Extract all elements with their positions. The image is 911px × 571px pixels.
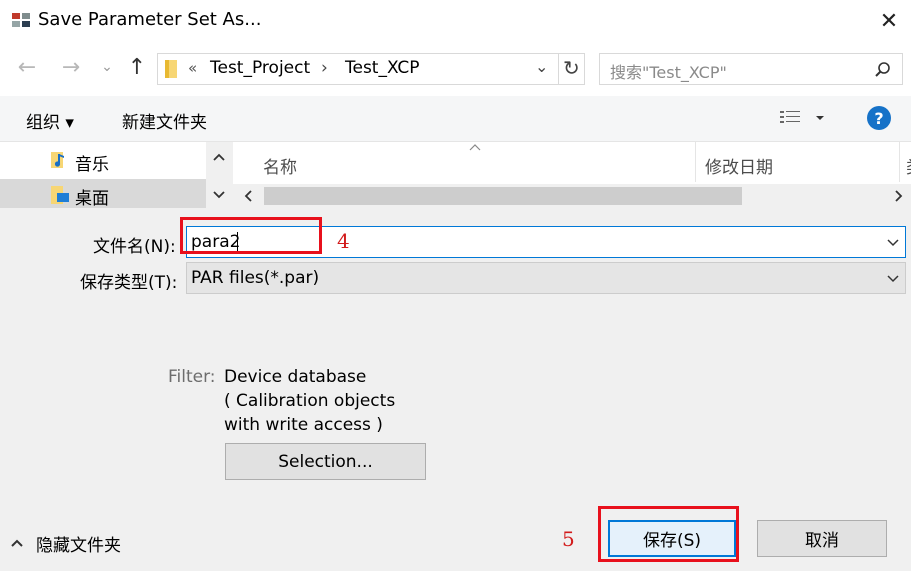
search-icon[interactable] <box>874 61 892 79</box>
column-header-type[interactable]: 类 <box>900 142 911 182</box>
help-button[interactable]: ? <box>867 106 891 130</box>
filename-label: 文件名(N): <box>93 237 176 257</box>
filetype-select[interactable]: PAR files(*.par) <box>186 262 906 294</box>
organize-menu[interactable]: 组织 ▾ <box>26 108 74 133</box>
horizontal-scrollbar[interactable] <box>233 184 911 208</box>
chevron-up-icon <box>11 539 23 547</box>
file-list: 名称 修改日期 类 <box>233 142 911 208</box>
tree-item-desktop[interactable]: 桌面 <box>0 179 206 209</box>
annotation-highlight-box <box>180 217 322 254</box>
address-dropdown-chevron-icon[interactable]: ⌄ <box>535 57 548 76</box>
tree-scrollbar[interactable] <box>206 142 232 208</box>
annotation-step-number: 4 <box>337 229 350 253</box>
scroll-right-chevron-icon[interactable] <box>895 190 903 202</box>
close-button[interactable]: ✕ <box>872 6 906 36</box>
help-icon: ? <box>874 108 884 128</box>
music-folder-icon <box>51 152 64 168</box>
chevron-down-icon[interactable] <box>887 239 899 247</box>
search-input[interactable]: 搜索"Test_XCP" <box>599 53 903 85</box>
up-arrow-icon: ↑ <box>127 55 147 80</box>
view-dropdown-chevron-icon[interactable] <box>815 115 825 121</box>
up-button[interactable]: ↑ <box>124 57 150 79</box>
path-segment-test-xcp[interactable]: Test_XCP <box>345 58 420 78</box>
back-arrow-icon: ← <box>17 55 37 80</box>
recent-locations-button[interactable]: ⌄ <box>94 56 120 78</box>
scroll-left-chevron-icon[interactable] <box>244 190 252 202</box>
scroll-down-chevron-icon[interactable] <box>213 191 225 199</box>
column-header-label: 名称 <box>263 158 297 178</box>
refresh-icon[interactable]: ↻ <box>563 56 580 80</box>
navigation-pane: 音乐 桌面 <box>0 142 232 209</box>
selection-button[interactable]: Selection... <box>225 443 426 480</box>
address-divider <box>558 54 559 84</box>
back-button[interactable]: ← <box>14 57 40 79</box>
save-dialog: Save Parameter Set As... ✕ ← → ⌄ ↑ « Tes… <box>0 0 911 571</box>
new-folder-button[interactable]: 新建文件夹 <box>122 108 207 133</box>
column-header-modified[interactable]: 修改日期 <box>696 142 899 182</box>
filetype-label: 保存类型(T): <box>80 273 178 293</box>
title-bar: Save Parameter Set As... ✕ <box>0 0 911 42</box>
address-bar[interactable]: « Test_Project › Test_XCP ⌄ ↻ <box>157 53 585 85</box>
annotation-step-number: 5 <box>562 527 575 551</box>
column-header-label: 修改日期 <box>705 158 773 178</box>
forward-arrow-icon: → <box>61 55 81 80</box>
column-header-name[interactable]: 名称 <box>233 142 695 182</box>
filetype-value: PAR files(*.par) <box>191 268 320 288</box>
hide-folders-toggle[interactable]: 隐藏文件夹 <box>10 531 121 556</box>
tree-item-label: 音乐 <box>75 155 109 175</box>
tree-item-music[interactable]: 音乐 <box>0 142 206 178</box>
filter-line-1: Device database <box>224 367 367 387</box>
selection-button-label: Selection... <box>278 451 373 472</box>
window-title: Save Parameter Set As... <box>38 9 262 30</box>
cancel-button[interactable]: 取消 <box>757 520 887 557</box>
tree-item-label: 桌面 <box>75 189 109 209</box>
path-overflow-icon[interactable]: « <box>188 59 197 77</box>
filter-line-3: with write access ) <box>224 415 383 435</box>
folder-icon <box>165 60 177 78</box>
command-bar: 组织 ▾ 新建文件夹 ? <box>0 96 911 142</box>
cancel-button-label: 取消 <box>805 531 839 551</box>
filter-line-2: ( Calibration objects <box>224 391 396 411</box>
filter-label: Filter: <box>168 367 216 387</box>
hide-folders-label: 隐藏文件夹 <box>36 535 121 556</box>
close-icon: ✕ <box>879 8 899 34</box>
view-options-icon[interactable] <box>779 109 801 127</box>
desktop-folder-icon <box>51 186 69 204</box>
forward-button[interactable]: → <box>58 57 84 79</box>
path-separator-icon: › <box>321 58 328 78</box>
chevron-down-icon: ⌄ <box>101 59 113 75</box>
scrollbar-thumb[interactable] <box>264 187 742 205</box>
path-segment-test-project[interactable]: Test_Project <box>210 58 310 78</box>
scroll-up-chevron-icon[interactable] <box>213 153 225 161</box>
column-header-label: 类 <box>906 153 911 178</box>
app-icon <box>12 13 30 27</box>
annotation-highlight-box <box>598 506 739 562</box>
search-placeholder: 搜索"Test_XCP" <box>610 63 727 82</box>
chevron-down-icon[interactable] <box>887 275 899 283</box>
